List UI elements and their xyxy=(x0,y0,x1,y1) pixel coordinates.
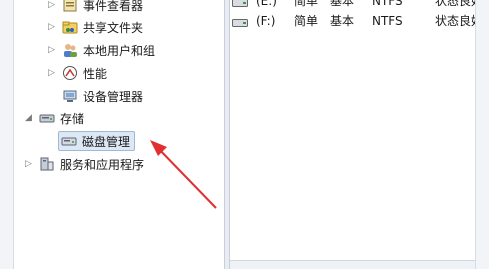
drive-icon xyxy=(232,0,248,7)
volume-type: 基本 xyxy=(330,14,355,28)
volume-row[interactable]: (F:) 简单 基本 NTFS 状态良好 xyxy=(232,12,475,30)
horizontal-scrollbar[interactable] xyxy=(230,260,475,269)
volume-status: 状态良好 xyxy=(435,14,475,28)
volume-name: (F:) xyxy=(256,14,276,28)
volume-row[interactable]: (E:) 简单 基本 NTFS 状态良好 xyxy=(232,0,475,10)
volume-status: 状态良好 xyxy=(435,0,475,8)
console-tree: ▷ 事件查看器 ▷ 共享文件夹 ▷ 本地用户和组 ▷ 性能 设备管理器 ◢ 存储… xyxy=(14,0,224,269)
volume-filesystem: NTFS xyxy=(372,14,403,28)
volume-type: 基本 xyxy=(330,0,355,8)
left-window-frame xyxy=(0,0,14,269)
volume-filesystem: NTFS xyxy=(372,0,403,8)
volume-layout: 简单 xyxy=(294,0,319,8)
annotation-arrow xyxy=(150,140,217,209)
drive-icon xyxy=(232,16,248,27)
pane-splitter[interactable] xyxy=(224,0,230,269)
right-window-frame xyxy=(475,0,489,269)
volume-layout: 简单 xyxy=(294,14,319,28)
volume-name: (E:) xyxy=(256,0,277,8)
